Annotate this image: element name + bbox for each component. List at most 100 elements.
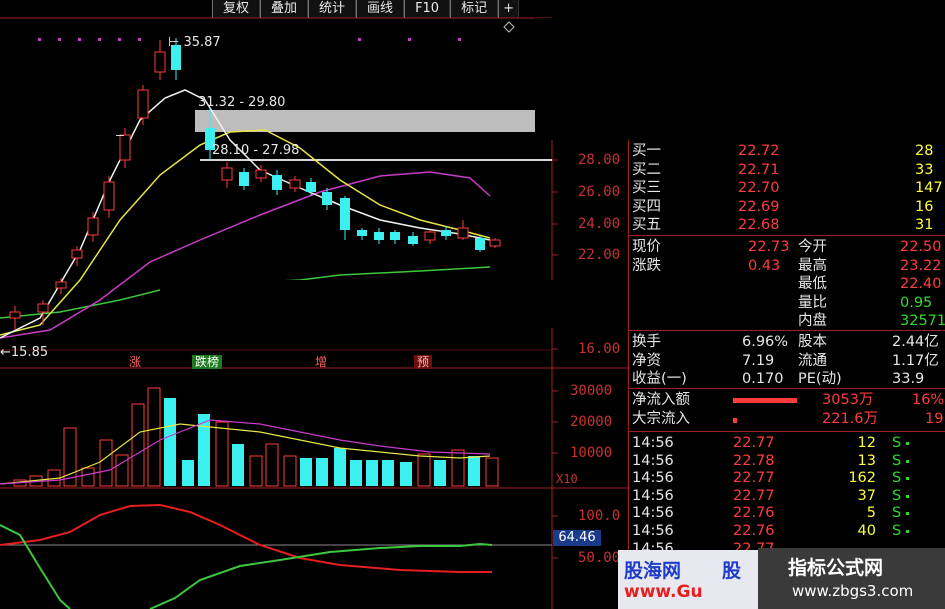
volume-bar <box>434 460 446 486</box>
order-book-price[interactable]: 22.69 <box>738 198 780 216</box>
tick-volume: 37 <box>857 487 876 504</box>
quote-label: 现价 <box>632 239 661 255</box>
quote-label: 最高 <box>798 257 827 274</box>
marker-dot <box>118 38 121 41</box>
volume-bar <box>382 460 394 486</box>
price-axis-label: 26.00 <box>578 184 621 200</box>
order-book-price[interactable]: 22.68 <box>738 216 780 234</box>
candle-body <box>374 232 384 240</box>
stat-value: 33.9 <box>892 371 925 387</box>
tick-marker <box>906 442 909 445</box>
tick-time: 14:56 <box>632 523 674 539</box>
stat-label: 换手 <box>632 334 661 350</box>
flow-value: 221.6万 <box>822 411 879 427</box>
tick-price: 22.77 <box>733 487 775 504</box>
tick-marker <box>906 512 909 516</box>
price-range-band <box>195 110 535 132</box>
order-book-level-label: 买三 <box>632 180 661 196</box>
quote-value: 0.43 <box>748 257 781 274</box>
volume-bar <box>300 458 312 486</box>
tick-side: S <box>892 505 902 522</box>
order-book-price[interactable]: 22.72 <box>738 142 780 160</box>
watermark-left-extra: 股 <box>722 560 742 582</box>
tick-volume: 40 <box>857 523 876 539</box>
annotation-low-value: 15.85 <box>10 345 49 360</box>
candle-body <box>272 175 282 190</box>
event-badge-increase[interactable]: 增 <box>312 355 330 369</box>
price-axis-label: 16.00 <box>578 341 621 357</box>
watermark-left-url: www.Gu <box>624 582 703 602</box>
volume-bar <box>198 414 210 486</box>
flow-label: 大宗流入 <box>632 411 690 427</box>
order-book-level-label: 买四 <box>632 198 661 215</box>
volume-bar <box>468 456 480 486</box>
order-book-volume: 31 <box>915 217 934 233</box>
event-badge-forecast[interactable]: 预 <box>414 355 433 369</box>
marker-dot <box>78 38 81 41</box>
diamond-marker-icon <box>503 21 515 33</box>
flow-bar <box>733 418 737 423</box>
panel-divider <box>628 388 945 389</box>
flow-value: 3053万 <box>822 392 874 408</box>
quote-value: 22.50 <box>900 239 942 255</box>
annotation-high-price: ⊢ 35.87 <box>168 35 221 50</box>
stat-value: 2.44亿 <box>892 334 939 350</box>
marker-dot <box>38 38 41 41</box>
marker-dot <box>458 38 461 41</box>
indicator-axis-label: 50.00 <box>578 550 621 566</box>
candle-body <box>306 182 316 192</box>
indicator-value-box: 64.46 <box>553 530 601 546</box>
stat-label: 收益(一) <box>632 371 687 387</box>
order-book-price[interactable]: 22.71 <box>738 161 780 179</box>
quote-label: 涨跌 <box>632 257 661 274</box>
volume-bars <box>13 387 499 487</box>
event-badge-rise[interactable]: 涨 <box>126 355 144 369</box>
volume-bar <box>366 460 378 486</box>
marker-dot <box>408 38 411 41</box>
volume-bar <box>283 455 297 487</box>
price-axis-label: 22.00 <box>578 247 621 263</box>
tick-side: S <box>892 452 902 469</box>
order-book-price[interactable]: 22.70 <box>738 179 780 197</box>
volume-bar <box>334 448 346 486</box>
tick-marker <box>906 530 909 533</box>
volume-bar <box>451 449 465 487</box>
quote-value: 22.73 <box>748 239 790 255</box>
stat-value: 7.19 <box>742 352 775 369</box>
candle-body <box>55 281 67 289</box>
panel-divider <box>628 140 629 609</box>
event-badge-list[interactable]: 跌榜 <box>192 355 223 369</box>
quote-value: 32571 <box>900 313 945 329</box>
order-book-volume: 147 <box>915 180 943 196</box>
tick-time: 14:56 <box>632 487 674 504</box>
panel-divider <box>628 235 945 236</box>
watermark-right-title: 指标公式网 <box>788 557 884 579</box>
order-book-volume: 33 <box>915 161 934 178</box>
tick-volume: 12 <box>857 435 876 451</box>
panel-divider <box>628 330 945 331</box>
candle-body <box>289 179 301 189</box>
tick-time: 14:56 <box>632 435 674 451</box>
tick-price: 22.77 <box>733 435 775 451</box>
stat-value: 6.96% <box>742 334 789 350</box>
high-pointer-glyph: – <box>116 128 124 143</box>
candle-body <box>441 230 451 236</box>
annotation-range-lower: 28.10 - 27.98 <box>212 143 300 158</box>
volume-bar <box>215 421 229 487</box>
candle-body <box>357 230 367 236</box>
annotation-range-upper: 31.32 - 29.80 <box>198 95 286 110</box>
volume-bar <box>417 453 431 487</box>
flow-bar <box>733 398 797 403</box>
volume-axis-label: 10000 <box>570 445 613 461</box>
flow-row: 大宗流入 <box>632 410 690 428</box>
order-book-level-label: 买五 <box>632 217 661 233</box>
tick-marker <box>906 494 909 498</box>
candle-body <box>424 231 436 241</box>
tick-time: 14:56 <box>632 452 674 469</box>
marker-dot <box>138 38 141 41</box>
tick-time: 14:56 <box>632 505 674 522</box>
candle-body <box>475 238 485 250</box>
tick-price: 22.76 <box>733 505 775 522</box>
annotation-high-value: 35.87 <box>183 35 221 50</box>
candle-body <box>457 227 469 239</box>
